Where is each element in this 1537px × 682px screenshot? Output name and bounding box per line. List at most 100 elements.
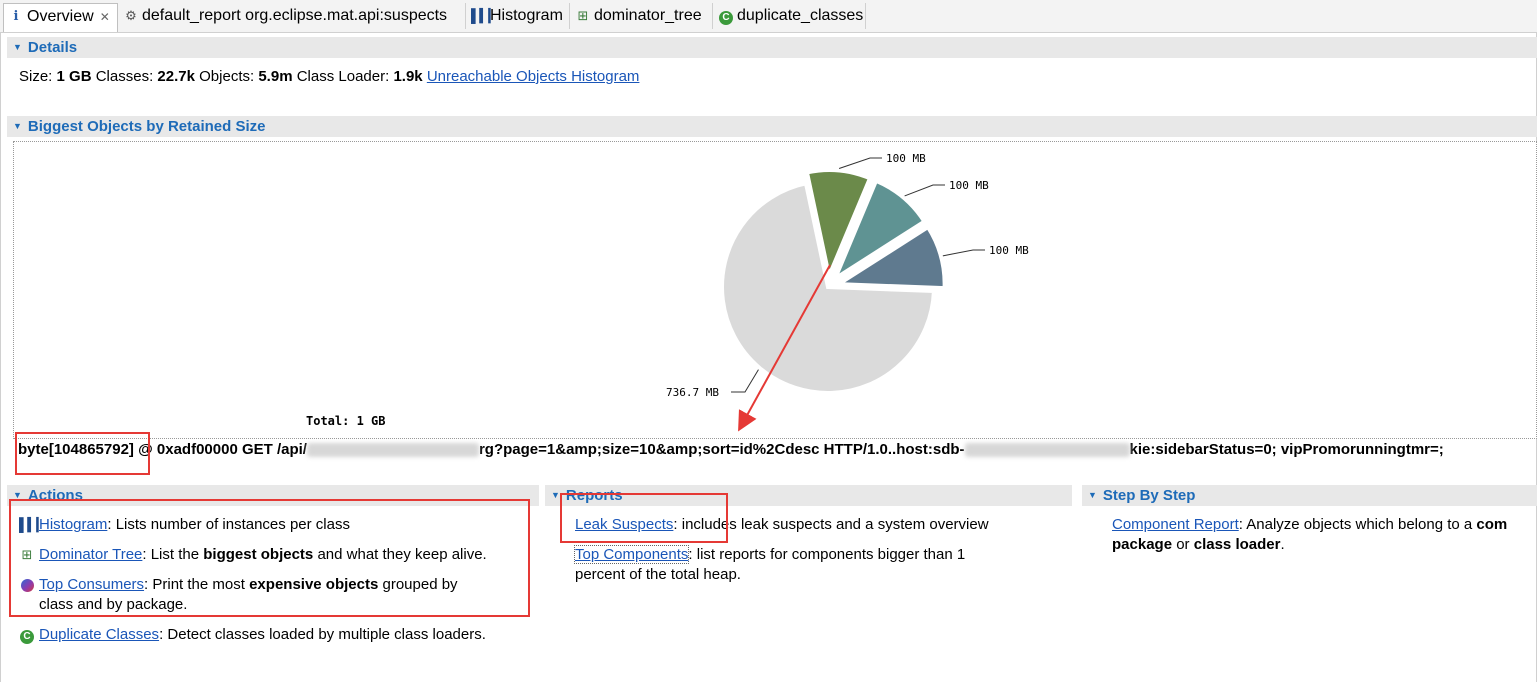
tab-dominator-tree[interactable]: ⊞ dominator_tree: [571, 3, 713, 29]
selected-object-type: byte[104865792]: [18, 441, 134, 458]
step-description-bold: com: [1476, 516, 1508, 533]
action-emphasis: biggest objects: [203, 546, 314, 563]
details-heading: Details: [27, 39, 78, 56]
actions-heading: Actions: [27, 487, 83, 504]
pie-slice-label-1: 100 MB: [949, 179, 989, 192]
pie-slice-label-2: 100 MB: [989, 244, 1029, 257]
action-dominator-tree: ⊞ Dominator Tree: List the biggest object…: [19, 545, 487, 565]
report-description-line2: percent of the total heap.: [575, 566, 741, 583]
duplicate-classes-link[interactable]: Duplicate Classes: [39, 626, 159, 643]
report-description: : list reports for components bigger tha…: [688, 546, 966, 563]
histogram-link[interactable]: Histogram: [39, 516, 107, 533]
classloader-label: Class Loader:: [296, 68, 390, 85]
objects-label: Objects:: [199, 68, 255, 85]
biggest-objects-section-header[interactable]: ▼ Biggest Objects by Retained Size: [7, 116, 1537, 137]
tab-overview-label: Overview: [27, 8, 94, 26]
unreachable-objects-histogram-link[interactable]: Unreachable Objects Histogram: [427, 68, 640, 85]
redacted-text: [306, 443, 479, 458]
top-components-link[interactable]: Top Components: [573, 545, 690, 564]
action-description-line2: class and by package.: [39, 596, 188, 614]
left-border: [0, 32, 1, 682]
reports-section-header[interactable]: ▼ Reports: [545, 485, 1072, 506]
collapse-triangle-icon: ▼: [1088, 490, 1097, 500]
pie-leader-line-2: [942, 249, 985, 257]
pie-leader-line-1: [904, 184, 945, 197]
step-component-report: Component Report: Analyze objects which …: [1112, 515, 1507, 555]
histogram-icon: ▌▍▎: [471, 8, 498, 23]
report-icon: ⚙: [125, 8, 137, 23]
classloader-value: 1.9k: [393, 68, 423, 85]
component-report-link[interactable]: Component Report: [1112, 516, 1239, 533]
report-description: : includes leak suspects and a system ov…: [673, 516, 989, 533]
retained-size-pie-chart[interactable]: 100 MB 100 MB 100 MB 736.7 MB Total: 1 GB: [13, 141, 1537, 439]
step-or: or: [1172, 536, 1194, 553]
tab-overview[interactable]: i Overview ✕: [3, 3, 118, 32]
tab-duplicate-classes-label: duplicate_classes: [737, 7, 864, 25]
selected-object-request: rg?page=1&amp;size=10&amp;sort=id%2Cdesc…: [478, 441, 965, 458]
selected-object-cookie: kie:sidebarStatus=0; vipPromorunningtmr=…: [1129, 441, 1444, 458]
tab-histogram[interactable]: ▌▍▎Histogram: [467, 3, 570, 29]
action-description-tail: and what they keep alive.: [313, 546, 487, 563]
tab-histogram-label: Histogram: [490, 7, 563, 25]
biggest-objects-heading: Biggest Objects by Retained Size: [27, 118, 266, 135]
top-consumers-link[interactable]: Top Consumers: [39, 576, 144, 593]
top-consumers-icon-wrap: [19, 575, 35, 595]
step-by-step-section-header[interactable]: ▼ Step By Step: [1082, 485, 1537, 506]
tab-duplicate-classes[interactable]: Cduplicate_classes: [714, 3, 866, 29]
dominator-tree-link[interactable]: Dominator Tree: [39, 546, 142, 563]
dominator-tree-icon: ⊞: [21, 547, 33, 563]
details-summary: Size: 1 GB Classes: 22.7k Objects: 5.9m …: [19, 68, 639, 85]
classes-label: Classes:: [95, 68, 154, 85]
collapse-triangle-icon: ▼: [13, 490, 22, 500]
selected-object-description: byte[104865792] @ 0xadf00000 GET /api/rg…: [18, 441, 1444, 458]
classes-value: 22.7k: [157, 68, 195, 85]
objects-value: 5.9m: [258, 68, 293, 85]
close-icon[interactable]: ✕: [100, 10, 110, 24]
dominator-tree-icon: ⊞: [577, 8, 589, 23]
action-duplicate-classes: C Duplicate Classes: Detect classes loade…: [19, 625, 486, 645]
step-by-step-heading: Step By Step: [1102, 487, 1196, 504]
pie-leader-line-0: [838, 157, 882, 169]
action-histogram: ▌▍▎Histogram: Lists number of instances …: [19, 515, 350, 535]
action-description: : Lists number of instances per class: [107, 516, 350, 533]
action-description-tail: grouped by: [378, 576, 458, 593]
size-value: 1 GB: [56, 68, 92, 85]
collapse-triangle-icon: ▼: [13, 121, 22, 131]
actions-section-header[interactable]: ▼ Actions: [7, 485, 539, 506]
duplicate-classes-icon-wrap: C: [19, 625, 35, 645]
action-emphasis: expensive objects: [249, 576, 379, 593]
action-top-consumers: Top Consumers: Print the most expensive …: [19, 575, 458, 615]
action-description: : Print the most: [144, 576, 250, 593]
collapse-triangle-icon: ▼: [13, 42, 22, 52]
step-description: : Analyze objects which belong to a: [1238, 516, 1477, 533]
action-description: : Detect classes loaded by multiple clas…: [159, 626, 486, 643]
step-bold-package: package: [1112, 536, 1173, 553]
histogram-icon: ▌▍▎: [19, 517, 46, 533]
info-icon: i: [13, 9, 19, 24]
step-description-line2: package or class loader.: [1112, 535, 1507, 555]
pie-leader-line-3: [731, 369, 759, 393]
editor-tab-bar: i Overview ✕ ⚙ default_report org.eclipse.m…: [0, 0, 1537, 33]
report-leak-suspects: Leak Suspects: includes leak suspects an…: [575, 515, 989, 535]
pie-slice-label-0: 100 MB: [886, 152, 926, 165]
action-description: : List the: [142, 546, 204, 563]
duplicate-classes-icon: C: [719, 11, 733, 25]
pie-chart-svg[interactable]: 100 MB 100 MB 100 MB 736.7 MB Total: 1 GB: [14, 142, 1536, 438]
size-label: Size:: [19, 68, 53, 85]
top-consumers-icon: [20, 578, 34, 592]
report-top-components: Top Components: list reports for compone…: [573, 545, 966, 585]
tab-dominator-tree-label: dominator_tree: [594, 7, 702, 25]
tab-default-report-label: default_report org.eclipse.mat.api:suspe…: [142, 7, 448, 25]
pie-slice-label-3: 736.7 MB: [666, 386, 719, 399]
duplicate-classes-icon: C: [20, 630, 34, 645]
pie-total-label: Total: 1 GB: [306, 414, 385, 428]
leak-suspects-link[interactable]: Leak Suspects: [575, 516, 673, 533]
selected-object-address: @ 0xadf00000 GET /api/: [138, 441, 307, 458]
redacted-text: [964, 443, 1130, 458]
details-section-header[interactable]: ▼ Details: [7, 37, 1537, 58]
step-end: .: [1280, 536, 1285, 553]
tab-default-report[interactable]: ⚙ default_report org.eclipse.mat.api:susp…: [119, 3, 466, 29]
reports-heading: Reports: [565, 487, 623, 504]
step-bold-classloader: class loader: [1193, 536, 1281, 553]
collapse-triangle-icon: ▼: [551, 490, 560, 500]
